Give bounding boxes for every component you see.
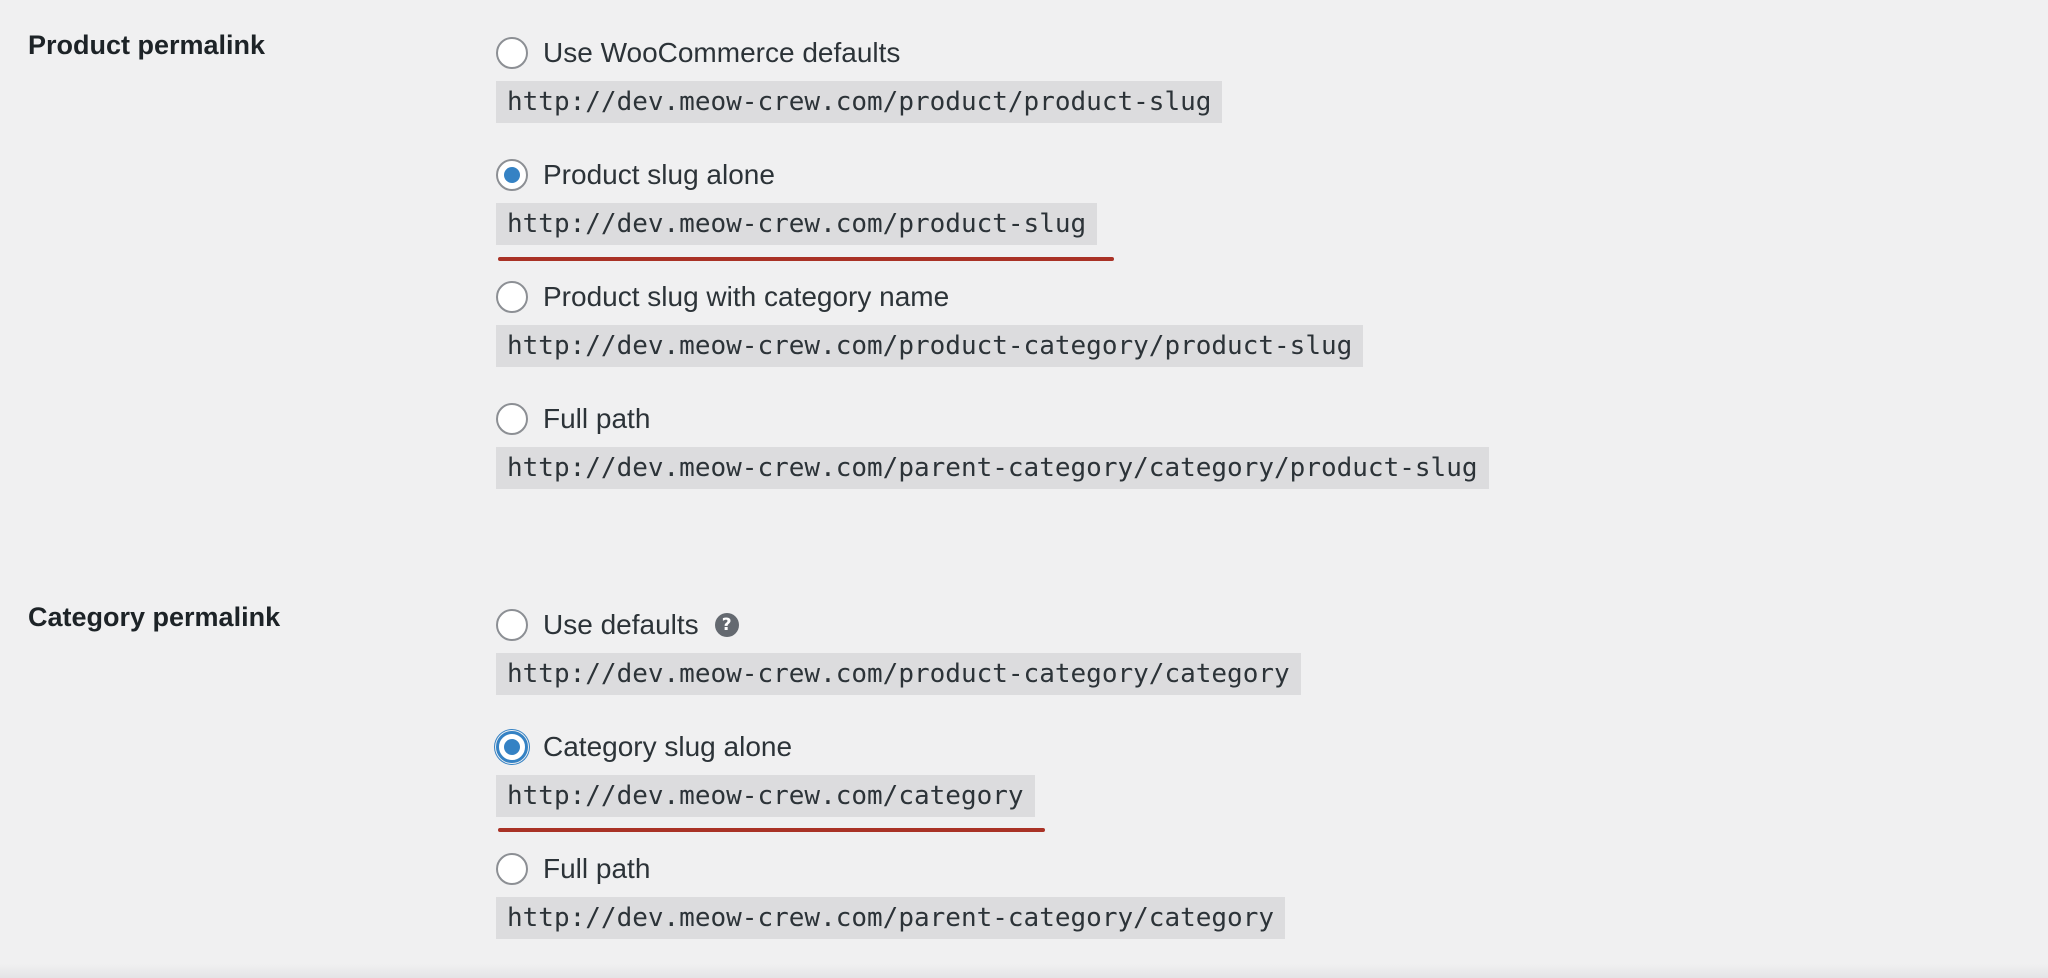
product-option-slug-alone: Product slug alone http://dev.meow-crew.…: [496, 156, 1098, 245]
category-permalink-title: Category permalink: [28, 602, 281, 632]
product-option-slug-with-category: Product slug with category name http://d…: [496, 278, 1364, 367]
category-option-label[interactable]: Full path: [543, 850, 650, 888]
product-radio-slug-alone[interactable]: [496, 159, 528, 191]
question-mark-icon[interactable]: ?: [714, 613, 739, 637]
product-option-label[interactable]: Full path: [543, 400, 650, 438]
product-permalink-title: Product permalink: [28, 30, 266, 60]
product-radio-woocommerce-defaults[interactable]: [496, 37, 528, 69]
product-radio-full-path[interactable]: [496, 403, 528, 435]
product-option-full-path: Full path http://dev.meow-crew.com/paren…: [496, 400, 1489, 489]
category-option-full-path: Full path http://dev.meow-crew.com/paren…: [496, 850, 1286, 939]
product-radio-slug-with-category[interactable]: [496, 281, 528, 313]
category-url-example: http://dev.meow-crew.com/category: [496, 775, 1035, 817]
category-option-slug-alone: Category slug alone http://dev.meow-crew…: [496, 728, 1035, 817]
product-option-label[interactable]: Product slug alone: [543, 156, 775, 194]
category-radio-use-defaults[interactable]: [496, 609, 528, 641]
product-url-example: http://dev.meow-crew.com/product-categor…: [496, 325, 1364, 367]
category-option-label[interactable]: Use defaults: [543, 606, 699, 644]
product-url-example: http://dev.meow-crew.com/parent-category…: [496, 447, 1489, 489]
product-option-woocommerce-defaults: Use WooCommerce defaults http://dev.meow…: [496, 34, 1223, 123]
category-radio-slug-alone[interactable]: [496, 731, 528, 763]
category-radio-full-path[interactable]: [496, 853, 528, 885]
bottom-edge-shadow: [0, 964, 2048, 978]
product-option-label[interactable]: Product slug with category name: [543, 278, 949, 316]
product-url-example: http://dev.meow-crew.com/product/product…: [496, 81, 1223, 123]
category-url-example: http://dev.meow-crew.com/parent-category…: [496, 897, 1286, 939]
category-option-use-defaults: Use defaults ? http://dev.meow-crew.com/…: [496, 606, 1301, 695]
category-option-label[interactable]: Category slug alone: [543, 728, 792, 766]
product-url-example: http://dev.meow-crew.com/product-slug: [496, 203, 1098, 245]
category-url-example: http://dev.meow-crew.com/product-categor…: [496, 653, 1301, 695]
product-option-label[interactable]: Use WooCommerce defaults: [543, 34, 900, 72]
annotation-underline: [498, 257, 1114, 261]
annotation-underline: [498, 828, 1045, 832]
